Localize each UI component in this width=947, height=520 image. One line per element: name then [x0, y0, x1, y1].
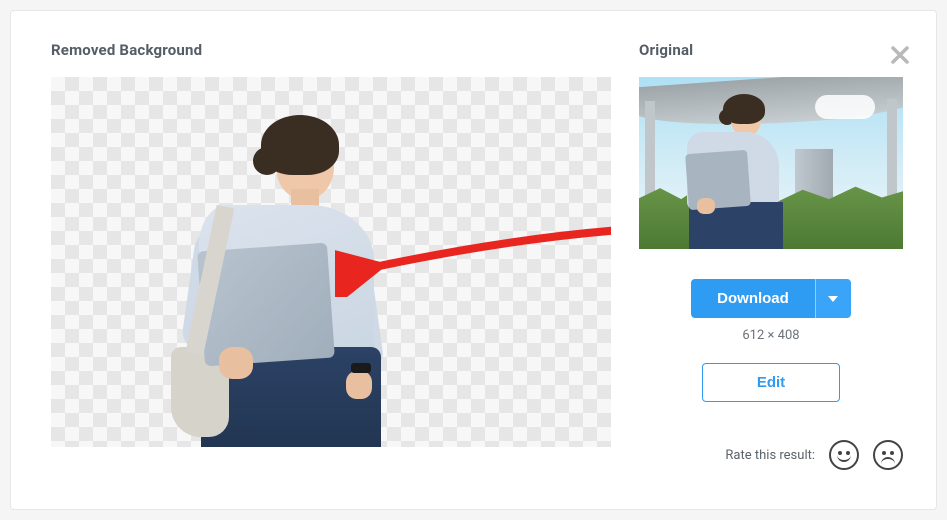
download-group: Download [691, 279, 851, 318]
close-button[interactable] [888, 43, 912, 67]
frown-face-icon [881, 457, 895, 464]
original-title: Original [639, 41, 903, 59]
edit-button[interactable]: Edit [702, 363, 840, 402]
result-modal: Removed Background [10, 10, 937, 510]
download-button[interactable]: Download [691, 279, 815, 318]
removed-background-title: Removed Background [51, 41, 611, 59]
subject-cutout [141, 117, 371, 447]
rate-prompt: Rate this result: [725, 448, 815, 463]
rate-bad-button[interactable] [873, 440, 903, 470]
red-arrow-icon [335, 217, 611, 297]
close-icon [890, 45, 910, 65]
download-dimensions: 612 × 408 [742, 328, 799, 343]
download-options-button[interactable] [815, 279, 851, 318]
caret-down-icon [828, 296, 838, 302]
removed-background-panel: Removed Background [51, 41, 611, 470]
original-panel: Original D [639, 41, 903, 470]
actions: Download 612 × 408 Edit [639, 279, 903, 402]
smile-face-icon [837, 455, 851, 462]
rating-row: Rate this result: [639, 440, 903, 470]
rate-good-button[interactable] [829, 440, 859, 470]
original-image[interactable] [639, 77, 903, 249]
removed-background-image[interactable] [51, 77, 611, 447]
